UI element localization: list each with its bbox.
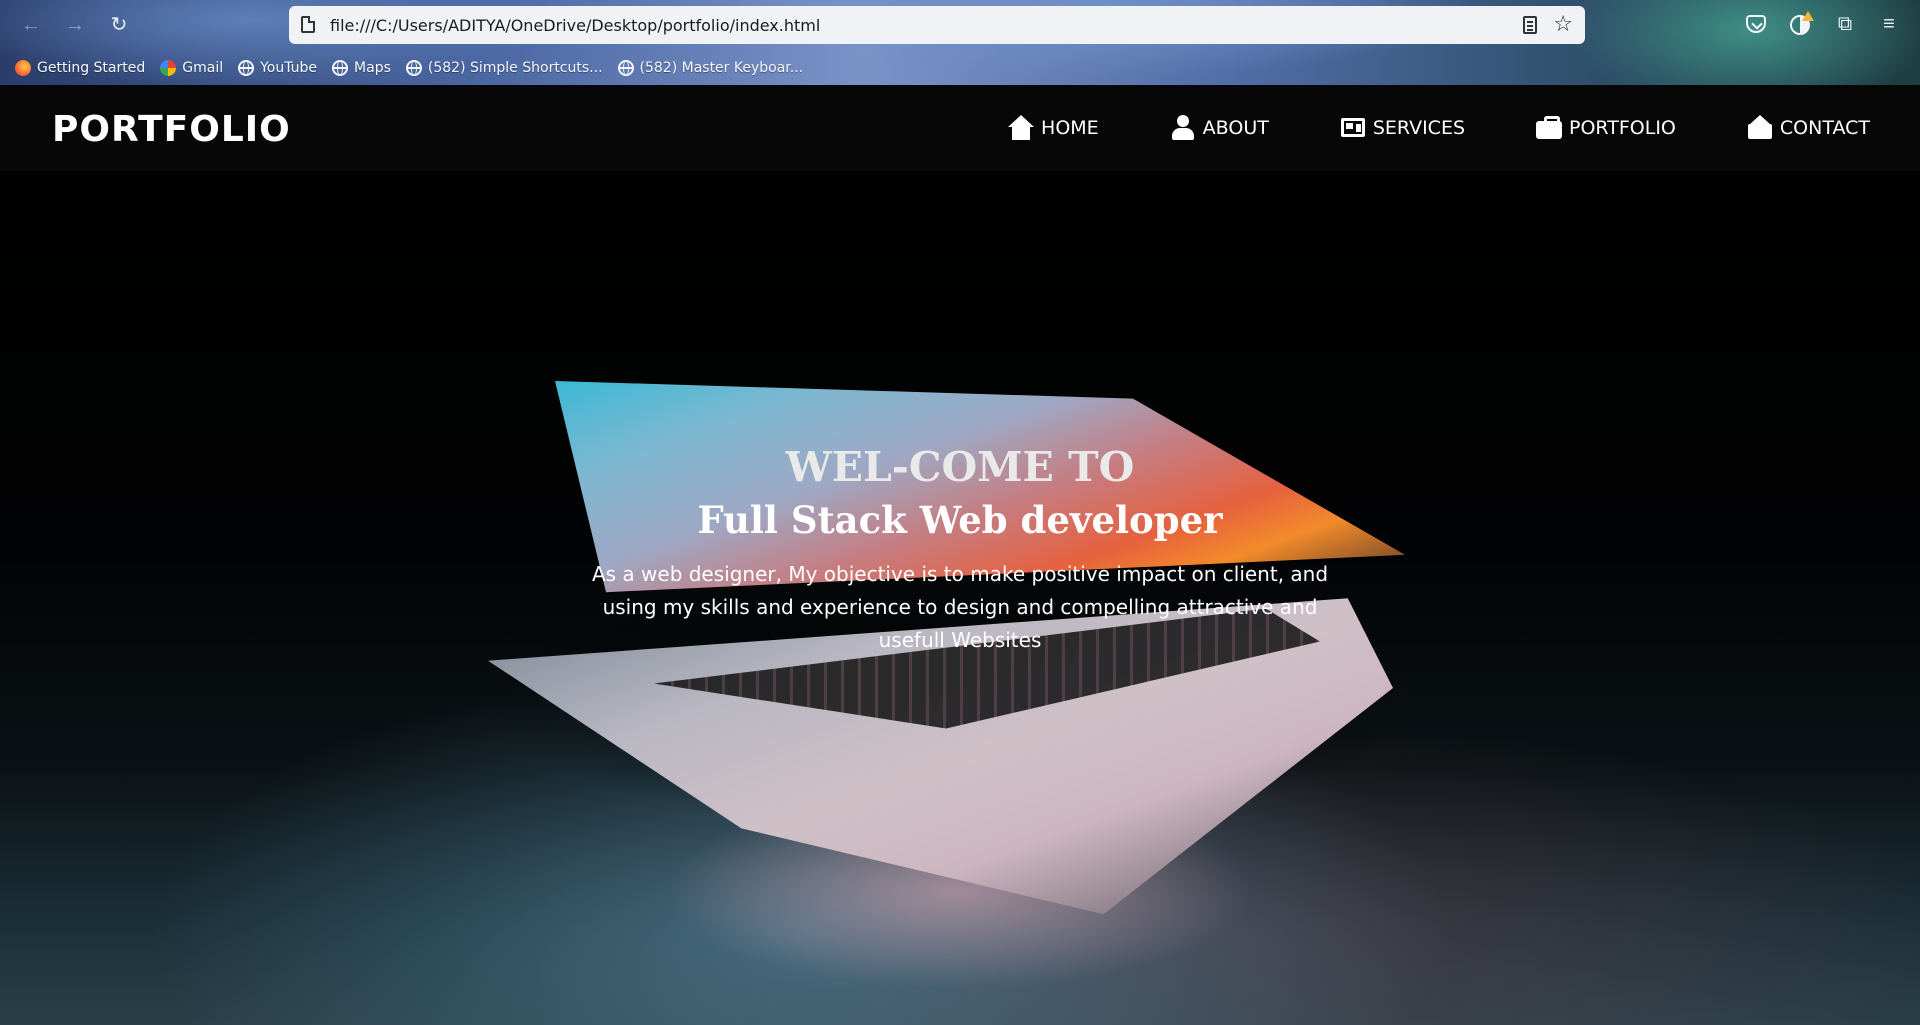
menu-item-services[interactable]: SERVICES: [1339, 115, 1465, 141]
main-menu: HOME ABOUT SERVICES PORTFOLIO CONTACT: [1007, 115, 1870, 141]
bookmarks-bar: Getting Started Gmail YouTube Maps (582)…: [15, 58, 803, 78]
globe-icon: [405, 60, 422, 76]
firefox-icon: [15, 60, 31, 76]
site-logo[interactable]: PORTFOLIO: [52, 109, 291, 150]
globe-icon: [238, 60, 255, 76]
bookmark-getting-started[interactable]: Getting Started: [15, 58, 145, 78]
globe-icon: [332, 60, 349, 76]
google-icon: [160, 60, 177, 76]
bookmark-youtube[interactable]: YouTube: [238, 58, 317, 78]
page-icon: [301, 16, 315, 33]
bookmark-label: (582) Master Keyboar...: [639, 60, 804, 76]
menu-icon[interactable]: ≡: [1877, 12, 1901, 36]
user-icon: [1169, 115, 1197, 141]
menu-item-label: PORTFOLIO: [1569, 117, 1676, 139]
menu-item-label: HOME: [1041, 117, 1099, 139]
bookmark-label: (582) Simple Shortcuts...: [427, 60, 603, 76]
globe-icon: [617, 60, 634, 76]
extensions-icon[interactable]: ⧉: [1833, 12, 1857, 36]
envelope-open-icon: [1746, 115, 1774, 141]
bookmark-label: Getting Started: [37, 60, 146, 76]
menu-item-label: CONTACT: [1779, 117, 1870, 139]
site-navbar: PORTFOLIO HOME ABOUT SERVICES PORTFOLIO …: [0, 85, 1920, 171]
forward-icon[interactable]: →: [64, 14, 86, 36]
bookmark-gmail[interactable]: Gmail: [160, 58, 223, 78]
menu-item-portfolio[interactable]: PORTFOLIO: [1535, 115, 1676, 141]
hero-role-heading: Full Stack Web developer: [697, 498, 1223, 542]
briefcase-icon: [1535, 115, 1563, 141]
reload-icon[interactable]: ↻: [108, 14, 130, 36]
url-text[interactable]: file:///C:/Users/ADITYA/OneDrive/Desktop…: [330, 16, 820, 35]
account-icon[interactable]: [1790, 11, 1814, 35]
menu-item-about[interactable]: ABOUT: [1169, 115, 1269, 141]
hero-section: WEL-COME TO Full Stack Web developer As …: [0, 171, 1920, 1025]
address-bar[interactable]: file:///C:/Users/ADITYA/OneDrive/Desktop…: [289, 6, 1585, 44]
pocket-icon[interactable]: [1746, 15, 1766, 33]
menu-item-contact[interactable]: CONTACT: [1746, 115, 1870, 141]
menu-item-home[interactable]: HOME: [1007, 115, 1099, 141]
bookmark-label: YouTube: [260, 60, 318, 76]
bookmark-label: Gmail: [182, 60, 224, 76]
back-icon[interactable]: ←: [20, 14, 42, 36]
bookmark-maps[interactable]: Maps: [332, 58, 391, 78]
home-icon: [1007, 115, 1035, 141]
browser-chrome: ← → ↻ file:///C:/Users/ADITYA/OneDrive/D…: [0, 0, 1920, 85]
reader-view-icon[interactable]: [1523, 16, 1537, 34]
hero-description: As a web designer, My objective is to ma…: [591, 562, 1329, 652]
hero-content: WEL-COME TO Full Stack Web developer As …: [0, 443, 1920, 657]
menu-item-label: ABOUT: [1202, 117, 1269, 139]
menu-item-label: SERVICES: [1372, 117, 1466, 139]
bookmark-master-keyboard[interactable]: (582) Master Keyboar...: [617, 58, 804, 78]
bookmark-label: Maps: [354, 60, 391, 76]
hero-welcome-heading: WEL-COME TO: [785, 443, 1135, 491]
bookmark-simple-shortcuts[interactable]: (582) Simple Shortcuts...: [405, 58, 603, 78]
newspaper-icon: [1339, 115, 1367, 141]
bookmark-star-icon[interactable]: ☆: [1553, 11, 1573, 37]
